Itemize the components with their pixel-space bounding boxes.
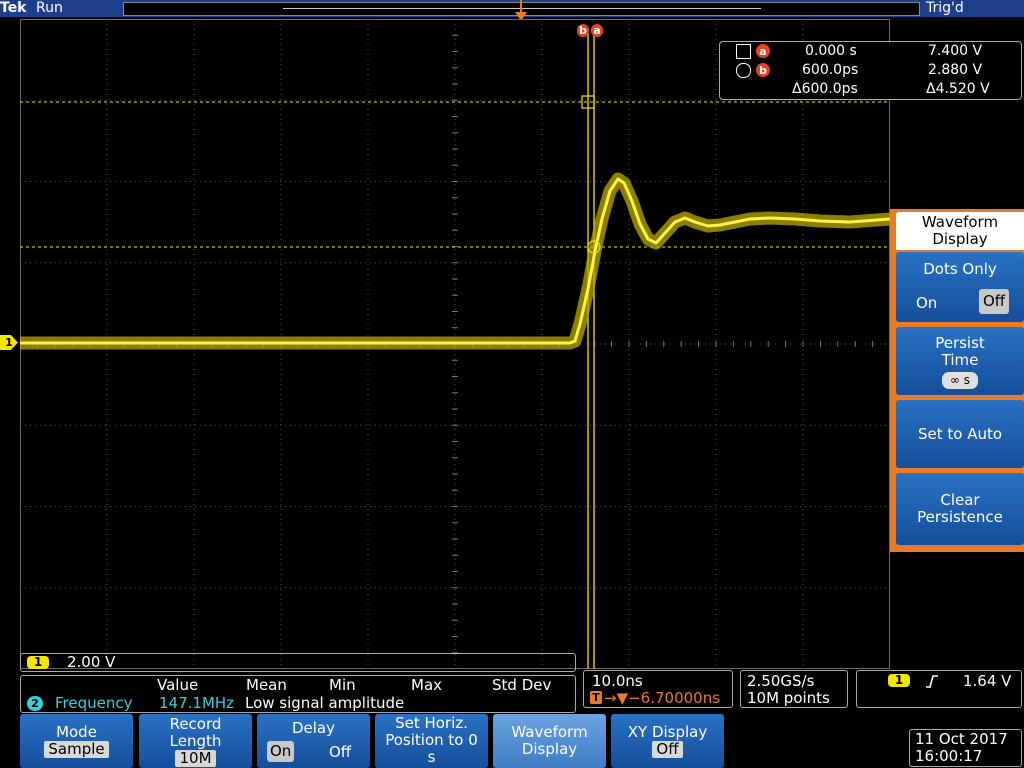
- side-menu: Waveform Display Dots Only On Off Persis…: [890, 209, 1024, 552]
- channel1-ground-marker[interactable]: 1: [0, 335, 18, 350]
- waveform-display-label: Waveform Display: [511, 723, 588, 758]
- circle-icon: [736, 63, 751, 78]
- time-scale: 10.0ns: [592, 672, 643, 690]
- dots-only-on[interactable]: On: [916, 294, 937, 312]
- channel2-badge: 2: [27, 696, 43, 711]
- set-to-auto-button[interactable]: Set to Auto: [896, 400, 1024, 468]
- mode-button[interactable]: Mode Sample: [20, 714, 133, 768]
- set-horiz-label: Set Horiz. Position to 0 s: [385, 714, 478, 766]
- square-icon: [736, 44, 751, 59]
- delay-label: Delay: [291, 719, 335, 737]
- dots-only-label: Dots Only: [923, 260, 997, 278]
- cursor-b-time: 600.0ps: [802, 62, 859, 78]
- meas-header-value: Value: [157, 676, 199, 694]
- side-menu-title: Waveform Display: [896, 212, 1024, 250]
- delay-on[interactable]: On: [267, 741, 295, 762]
- delay-button[interactable]: Delay On Off: [257, 714, 370, 768]
- date-time-display: 11 Oct 2017 16:00:17: [909, 729, 1022, 767]
- cursor-a-label[interactable]: a: [591, 24, 603, 37]
- channel1-badge: 1: [27, 656, 49, 669]
- cursor-delta-time: Δ600.0ps: [792, 81, 858, 97]
- horizontal-readout[interactable]: 10.0ns T →▼−6.70000ns: [583, 670, 733, 708]
- acquisition-readout[interactable]: 2.50GS/s 10M points: [740, 670, 848, 708]
- record-points: 10M points: [747, 689, 830, 707]
- trigger-status: Trig'd: [926, 0, 964, 16]
- trigger-level: 1.64 V: [963, 672, 1012, 690]
- meas-name: Frequency: [55, 694, 133, 712]
- clear-persistence-button[interactable]: Clear Persistence: [896, 473, 1024, 545]
- date: 11 Oct 2017: [915, 730, 1008, 748]
- record-length-value: 10M: [175, 750, 216, 767]
- cursor-b-label[interactable]: b: [577, 24, 589, 37]
- meas-value: 147.1MHz: [159, 694, 235, 712]
- cursor-a-volt: 7.400 V: [928, 43, 983, 59]
- acquisition-status: Run: [36, 0, 63, 16]
- cursor-b-volt: 2.880 V: [928, 62, 983, 78]
- persist-time-label: Persist Time: [935, 334, 985, 369]
- persist-time-value: ∞ s: [941, 372, 979, 389]
- cursor-a-time: 0.000 s: [805, 43, 857, 59]
- trigger-source-badge: 1: [888, 674, 910, 687]
- dots-only-button[interactable]: Dots Only On Off: [896, 252, 1024, 322]
- cursor-b-badge: b: [756, 63, 770, 77]
- mode-label: Mode: [56, 723, 97, 741]
- trigger-delay-badge: T: [590, 691, 602, 704]
- meas-header-stddev: Std Dev: [492, 676, 552, 694]
- dots-only-off[interactable]: Off: [979, 289, 1010, 314]
- rising-edge-icon: [926, 675, 938, 688]
- cursor-a-badge: a: [756, 44, 770, 58]
- cursor-delta-volt: Δ4.520 V: [926, 81, 990, 97]
- meas-header-max: Max: [411, 676, 443, 694]
- meas-header-mean: Mean: [246, 676, 287, 694]
- set-horiz-position-button[interactable]: Set Horiz. Position to 0 s: [375, 714, 488, 768]
- horizontal-delay: →▼−6.70000ns: [604, 689, 721, 707]
- record-length-label: Record Length: [169, 715, 222, 750]
- measurement-panel[interactable]: Value Mean Min Max Std Dev 2 Frequency 1…: [20, 675, 576, 713]
- channel1-scale: 2.00 V: [67, 653, 116, 671]
- clear-persistence-label: Clear Persistence: [917, 491, 1003, 526]
- record-length-button[interactable]: Record Length 10M: [139, 714, 252, 768]
- xy-display-label: XY Display: [627, 723, 708, 741]
- trigger-readout[interactable]: 1 1.64 V: [856, 670, 1022, 708]
- waveform-display-button[interactable]: Waveform Display: [493, 714, 606, 768]
- channel1-scale-readout[interactable]: 1 2.00 V: [20, 653, 576, 672]
- persist-time-button[interactable]: Persist Time ∞ s: [896, 327, 1024, 395]
- brand-logo: Tek: [0, 0, 27, 16]
- cursor-readout: a 0.000 s 7.400 V b 600.0ps 2.880 V Δ600…: [719, 41, 1022, 100]
- mode-value: Sample: [44, 741, 109, 758]
- meas-note: Low signal amplitude: [245, 694, 405, 712]
- time: 16:00:17: [915, 747, 983, 765]
- meas-header-min: Min: [329, 676, 356, 694]
- waveform-graticule[interactable]: [20, 19, 890, 669]
- xy-display-button[interactable]: XY Display Off: [611, 714, 724, 768]
- xy-display-value: Off: [652, 741, 683, 758]
- delay-off[interactable]: Off: [329, 744, 351, 761]
- sample-rate: 2.50GS/s: [747, 672, 815, 690]
